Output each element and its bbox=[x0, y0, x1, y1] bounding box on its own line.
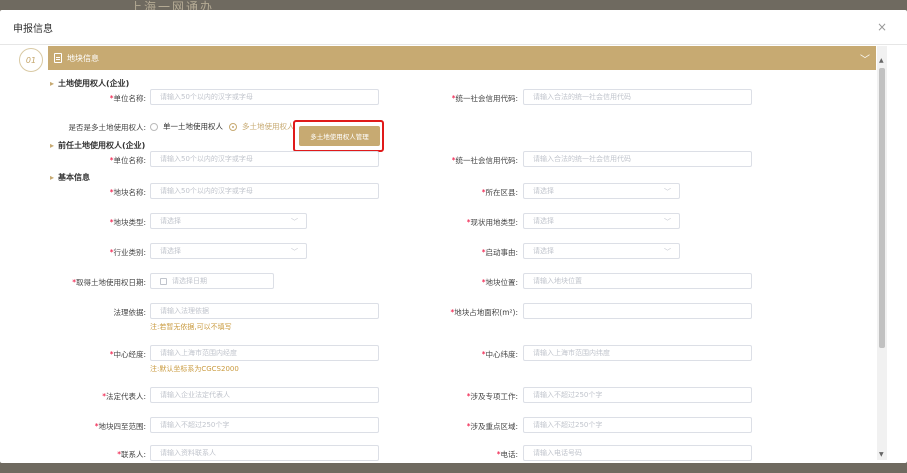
radio-single-label: 单一土地使用权人 bbox=[163, 122, 223, 131]
legal-rep-input[interactable]: 请输入企业法定代表人 bbox=[150, 387, 379, 403]
section-bar-plot-info[interactable]: 地块信息 ﹀ bbox=[48, 46, 876, 70]
former-credit-code-label: 统一社会信用代码: bbox=[430, 155, 518, 166]
district-label: 所在区县: bbox=[430, 187, 518, 198]
plot-location-input[interactable]: 请输入地块位置 bbox=[523, 273, 752, 289]
coordinate-system-hint: 注:默认坐标系为CGCS2000 bbox=[150, 365, 239, 373]
credit-code-input[interactable]: 请输入合法的统一社会信用代码 bbox=[523, 89, 752, 105]
highlight-annotation-box bbox=[293, 120, 384, 152]
industry-select[interactable]: 请选择 ﹀ bbox=[150, 243, 307, 259]
center-longitude-label: 中心经度: bbox=[70, 349, 146, 360]
modal-title: 申报信息 bbox=[13, 23, 53, 35]
contact-input[interactable]: 请输入资料联系人 bbox=[150, 445, 379, 461]
plot-type-select[interactable]: 请选择 ﹀ bbox=[150, 213, 307, 229]
key-area-input[interactable]: 请输入不超过250个字 bbox=[523, 417, 752, 433]
declaration-modal: 申报信息 × 01 地块信息 ﹀ ▲ ▼ 土地使用权人(企业) 单位名称: 请输… bbox=[0, 10, 907, 463]
credit-code-label: 统一社会信用代码: bbox=[430, 93, 518, 104]
chevron-down-icon: ﹀ bbox=[291, 248, 298, 256]
legal-basis-hint: 注:若暂无依据,可以不填写 bbox=[150, 323, 232, 331]
center-longitude-input[interactable]: 请输入上海市范围内经度 bbox=[150, 345, 379, 361]
radio-checked-icon[interactable] bbox=[229, 122, 237, 131]
former-unit-name-input[interactable]: 请输入50个以内的汉字或字母 bbox=[150, 151, 379, 167]
start-reason-label: 启动事由: bbox=[430, 247, 518, 258]
acquire-date-value: 请选择日期 bbox=[172, 277, 207, 285]
plot-name-label: 地块名称: bbox=[70, 187, 146, 198]
special-work-label: 涉及专项工作: bbox=[430, 391, 518, 402]
multi-owner-label: 是否是多土地使用权人: bbox=[68, 123, 146, 132]
radio-multi-label: 多土地使用权人 bbox=[242, 122, 295, 131]
close-icon[interactable]: × bbox=[877, 20, 887, 34]
acquire-date-picker[interactable]: 请选择日期 bbox=[150, 273, 274, 289]
radio-single-owner[interactable]: 单一土地使用权人 bbox=[150, 121, 223, 132]
plot-type-select-value: 请选择 bbox=[160, 217, 181, 225]
document-icon bbox=[54, 53, 62, 63]
contact-label: 联系人: bbox=[70, 449, 146, 460]
legal-rep-label: 法定代表人: bbox=[70, 391, 146, 402]
radio-multi-owner[interactable]: 多土地使用权人 bbox=[229, 121, 295, 132]
start-reason-select[interactable]: 请选择 ﹀ bbox=[523, 243, 680, 259]
land-use-type-label: 现状用地类型: bbox=[430, 217, 518, 228]
chevron-down-icon: ﹀ bbox=[664, 248, 671, 256]
group-heading-basic-info: 基本信息 bbox=[50, 172, 90, 183]
key-area-label: 涉及重点区域: bbox=[430, 421, 518, 432]
industry-label: 行业类别: bbox=[70, 247, 146, 258]
special-work-input[interactable]: 请输入不超过250个字 bbox=[523, 387, 752, 403]
plot-type-label: 地块类型: bbox=[70, 217, 146, 228]
center-latitude-label: 中心纬度: bbox=[430, 349, 518, 360]
industry-select-value: 请选择 bbox=[160, 247, 181, 255]
district-select-value: 请选择 bbox=[533, 187, 554, 195]
group-heading-land-user: 土地使用权人(企业) bbox=[50, 78, 129, 89]
scroll-down-icon[interactable]: ▼ bbox=[879, 451, 884, 458]
former-unit-name-label: 单位名称: bbox=[90, 155, 146, 166]
phone-label: 电话: bbox=[430, 449, 518, 460]
phone-input[interactable]: 请输入电话号码 bbox=[523, 445, 752, 461]
calendar-icon bbox=[160, 277, 167, 285]
plot-location-label: 地块位置: bbox=[430, 277, 518, 288]
chevron-down-icon: ﹀ bbox=[664, 218, 671, 226]
section-title: 地块信息 bbox=[67, 53, 99, 63]
plot-area-label: 地块占地面积(m²): bbox=[420, 307, 518, 318]
chevron-down-icon: ﹀ bbox=[291, 218, 298, 226]
group-heading-former-user: 前任土地使用权人(企业) bbox=[50, 140, 145, 151]
scrollbar-thumb[interactable] bbox=[879, 68, 885, 348]
unit-name-label: 单位名称: bbox=[90, 93, 146, 104]
plot-area-input[interactable] bbox=[523, 303, 752, 319]
chevron-down-icon[interactable]: ﹀ bbox=[860, 51, 870, 66]
land-use-type-select[interactable]: 请选择 ﹀ bbox=[523, 213, 680, 229]
land-use-type-select-value: 请选择 bbox=[533, 217, 554, 225]
center-latitude-input[interactable]: 请输入上海市范围内纬度 bbox=[523, 345, 752, 361]
former-credit-code-input[interactable]: 请输入合法的统一社会信用代码 bbox=[523, 151, 752, 167]
step-number-badge: 01 bbox=[19, 48, 43, 72]
unit-name-input[interactable]: 请输入50个以内的汉字或字母 bbox=[150, 89, 379, 105]
boundary-label: 地块四至范围: bbox=[70, 421, 146, 432]
legal-basis-label: 法理依据: bbox=[113, 308, 146, 317]
district-select[interactable]: 请选择 ﹀ bbox=[523, 183, 680, 199]
backdrop-bottom bbox=[0, 463, 907, 473]
acquire-date-label: 取得土地使用权日期: bbox=[40, 277, 146, 288]
legal-basis-input[interactable]: 请输入法理依据 bbox=[150, 303, 379, 319]
plot-name-input[interactable]: 请输入50个以内的汉字或字母 bbox=[150, 183, 379, 199]
boundary-input[interactable]: 请输入不超过250个字 bbox=[150, 417, 379, 433]
start-reason-select-value: 请选择 bbox=[533, 247, 554, 255]
chevron-down-icon: ﹀ bbox=[664, 188, 671, 196]
scroll-up-icon[interactable]: ▲ bbox=[879, 57, 884, 64]
radio-icon[interactable] bbox=[150, 122, 158, 131]
modal-header: 申报信息 × bbox=[0, 10, 907, 45]
